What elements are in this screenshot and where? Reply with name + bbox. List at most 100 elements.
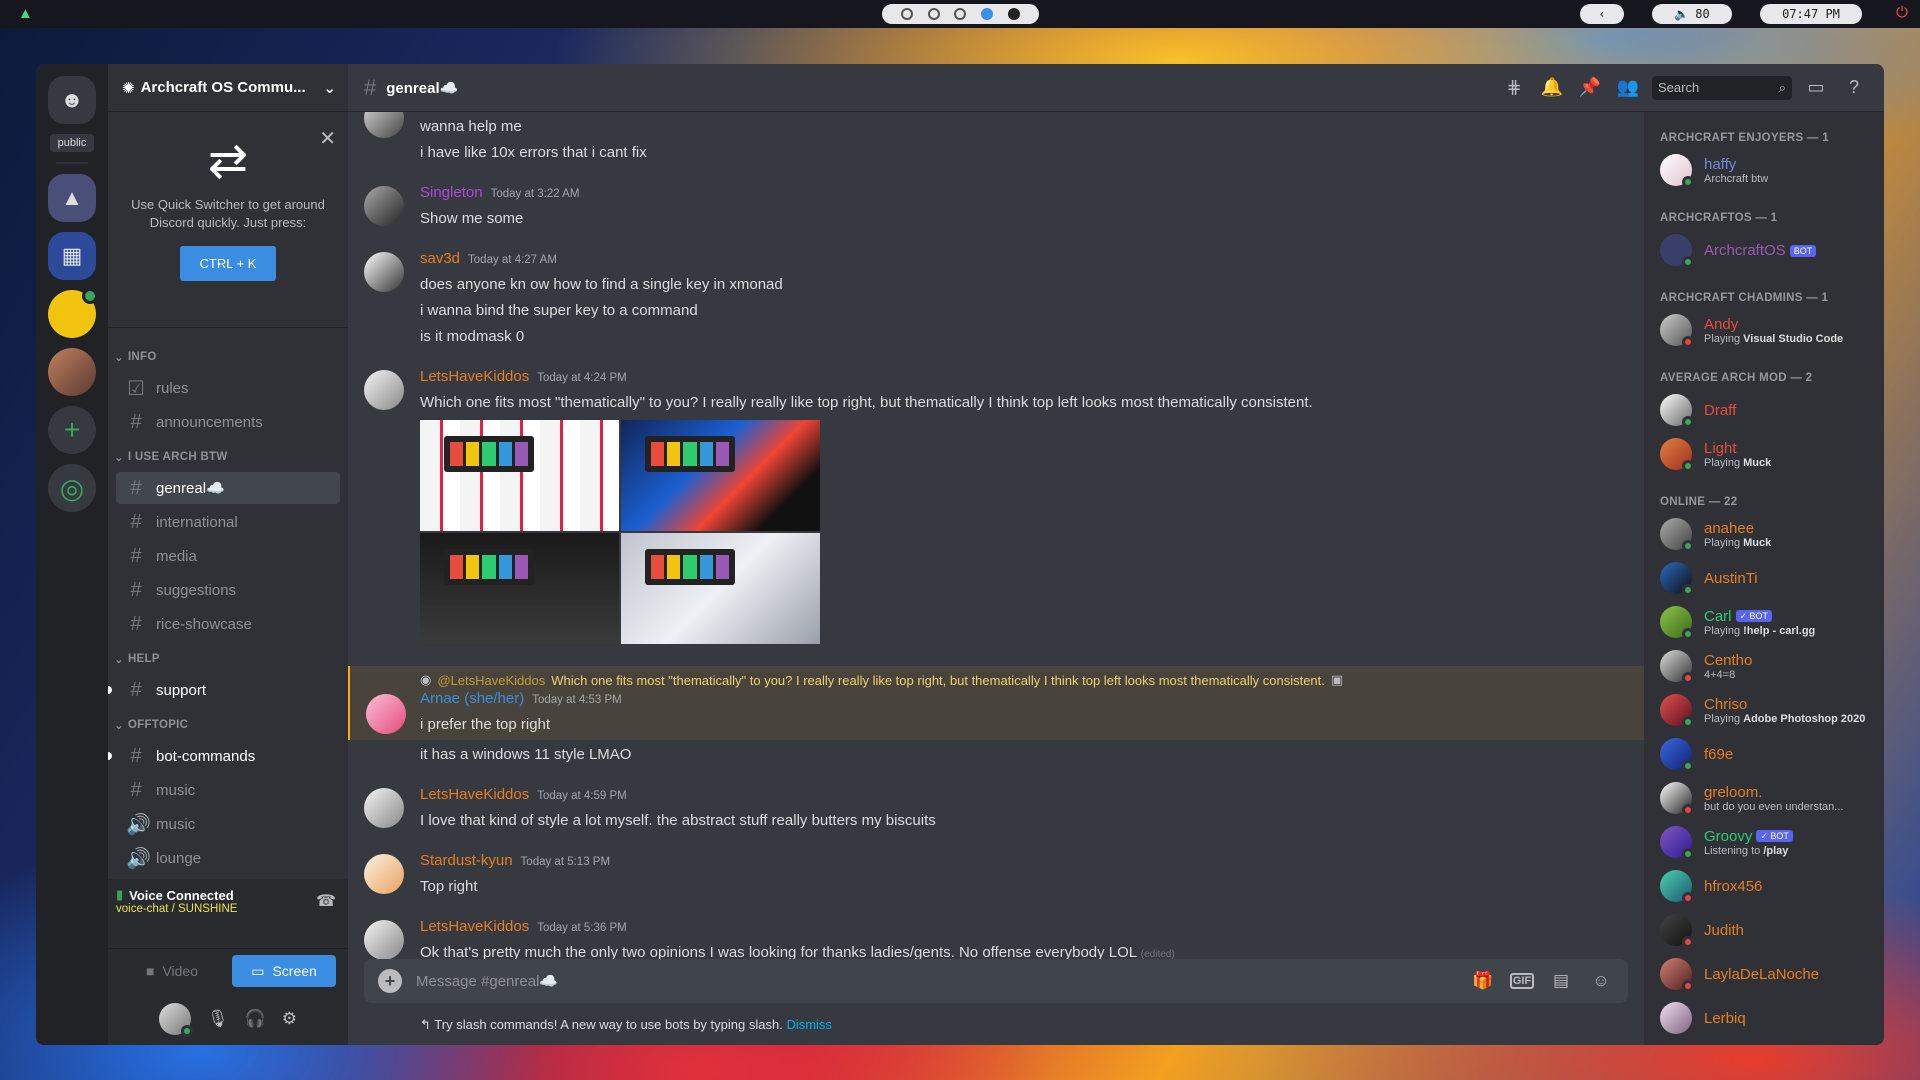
channel-lounge-voice[interactable]: 🔊 lounge <box>116 842 340 874</box>
message-author[interactable]: sav3d <box>420 250 460 267</box>
member-item[interactable]: hfrox456 <box>1660 864 1876 908</box>
inbox-icon[interactable]: ▭ <box>1802 77 1830 98</box>
screenshot-thumbnail[interactable] <box>420 420 619 531</box>
channel-suggestions[interactable]: # suggestions <box>116 574 340 606</box>
member-item[interactable]: anahee Playing Muck <box>1660 512 1876 556</box>
member-item[interactable]: Chriso Playing Adobe Photoshop 2020 <box>1660 688 1876 732</box>
archcraft-logo-icon[interactable]: ▲ <box>18 5 36 23</box>
message-author[interactable]: Singleton <box>420 184 483 201</box>
notification-bell-icon[interactable]: 🔔 <box>1538 77 1566 98</box>
category-i-use-arch-btw[interactable]: ⌄ I USE ARCH BTW <box>108 440 348 470</box>
user-avatar[interactable] <box>366 694 406 734</box>
settings-gear-icon[interactable]: ⚙ <box>282 1009 297 1029</box>
channel-support[interactable]: # support <box>108 674 340 706</box>
workspace-4[interactable] <box>981 8 994 20</box>
message-input[interactable]: Message #genreal☁️ <box>416 972 1456 990</box>
gif-icon[interactable]: GIF <box>1510 973 1534 989</box>
member-item[interactable]: greloom. but do you even understan... <box>1660 776 1876 820</box>
user-avatar[interactable] <box>364 788 404 828</box>
emoji-icon[interactable]: ☺ <box>1588 971 1614 991</box>
server-folder-icon[interactable]: ▦ <box>48 232 96 280</box>
workspace-3[interactable] <box>954 8 967 20</box>
channel-music-text[interactable]: # music <box>116 774 340 806</box>
member-list-icon[interactable]: 👥 <box>1614 77 1642 98</box>
channel-rules[interactable]: ☑ rules <box>116 372 340 404</box>
member-item[interactable]: AustinTi <box>1660 556 1876 600</box>
message-author[interactable]: LetsHaveKiddos <box>420 368 529 385</box>
user-avatar[interactable] <box>364 854 404 894</box>
message-author[interactable]: LetsHaveKiddos <box>420 786 529 803</box>
workspace-5[interactable] <box>1007 8 1020 20</box>
user-avatar[interactable] <box>364 186 404 226</box>
channel-media[interactable]: # media <box>116 540 340 572</box>
user-avatar[interactable] <box>364 112 404 138</box>
clock[interactable]: 07:47 PM <box>1760 4 1862 24</box>
message-author[interactable]: LetsHaveKiddos <box>420 918 529 935</box>
workspace-switcher[interactable] <box>882 4 1039 24</box>
help-icon[interactable]: ? <box>1840 77 1868 98</box>
channel-bot-commands[interactable]: # bot-commands <box>108 740 340 772</box>
status-online-icon <box>1682 176 1694 188</box>
screen-share-button[interactable]: ▭ Screen <box>232 955 336 987</box>
user-avatar[interactable] <box>158 1003 193 1037</box>
message-composer[interactable]: + Message #genreal☁️ 🎁 GIF ▤ ☺ <box>364 959 1628 1003</box>
disconnect-icon[interactable]: ☎ <box>316 891 336 911</box>
user-avatar[interactable] <box>364 370 404 410</box>
tray-back-button[interactable]: ‹ <box>1580 4 1624 24</box>
member-item[interactable]: haffy Archcraft btw <box>1660 148 1876 192</box>
server-header[interactable]: ✺ Archcraft OS Commu... ⌄ <box>108 64 348 112</box>
explore-servers-icon[interactable]: ◎ <box>48 464 96 512</box>
workspace-2[interactable] <box>927 8 940 20</box>
sunshine-server-icon[interactable] <box>48 288 98 338</box>
category-info[interactable]: ⌄ INFO <box>108 340 348 370</box>
channel-music-voice[interactable]: 🔊 music <box>116 808 340 840</box>
quick-switcher-button[interactable]: CTRL + K <box>179 246 277 281</box>
member-item[interactable]: f69e <box>1660 732 1876 776</box>
user-avatar[interactable] <box>364 252 404 292</box>
reply-preview[interactable]: ◉ @LetsHaveKiddos Which one fits most "t… <box>420 670 1628 690</box>
discord-home-icon[interactable]: ☻ <box>48 76 96 124</box>
screenshot-thumbnail[interactable] <box>420 533 619 644</box>
close-icon[interactable]: ✕ <box>319 126 336 151</box>
member-item[interactable]: Andy Playing Visual Studio Code <box>1660 308 1876 352</box>
member-item[interactable]: Draff <box>1660 388 1876 432</box>
member-item[interactable]: LaylaDeLaNoche <box>1660 952 1876 996</box>
member-item[interactable]: Groovy ✓ BOT Listening to /play <box>1660 820 1876 864</box>
member-item[interactable]: Light Playing Muck <box>1660 432 1876 476</box>
channel-genreal[interactable]: # genreal☁️ <box>116 472 340 504</box>
screenshot-thumbnail[interactable] <box>621 420 820 531</box>
sticker-icon[interactable]: ▤ <box>1548 971 1574 991</box>
search-input[interactable]: Search ⌕ <box>1652 75 1792 100</box>
power-icon[interactable]: ⏻ <box>1896 4 1908 21</box>
workspace-1[interactable] <box>901 8 914 20</box>
member-item[interactable]: Judith <box>1660 908 1876 952</box>
category-help[interactable]: ⌄ HELP <box>108 642 348 672</box>
member-item[interactable]: ArchcraftOS BOT <box>1660 228 1876 272</box>
server-avatar-icon[interactable] <box>48 348 96 396</box>
volume-indicator[interactable]: 🔈 80 <box>1652 4 1732 24</box>
headphones-icon[interactable]: 🎧 <box>245 1009 266 1029</box>
channel-announcements[interactable]: # announcements <box>116 406 340 438</box>
member-item[interactable]: Centho 4+4=8 <box>1660 644 1876 688</box>
pin-icon[interactable]: 📌 <box>1576 77 1604 98</box>
image-attachment[interactable] <box>420 420 820 644</box>
threads-icon[interactable]: ⋕ <box>1500 77 1528 98</box>
voice-channel-link[interactable]: voice-chat / SUNSHINE <box>116 903 340 915</box>
dismiss-link[interactable]: Dismiss <box>786 1017 832 1032</box>
member-item[interactable]: Lerbiq <box>1660 996 1876 1040</box>
reply-mention[interactable]: @LetsHaveKiddos <box>437 673 545 688</box>
upload-plus-icon[interactable]: + <box>378 969 402 993</box>
message-author[interactable]: Arnae (she/her) <box>420 690 524 707</box>
member-item[interactable]: Carl ✓ BOT Playing !help - carl.gg <box>1660 600 1876 644</box>
channel-international[interactable]: # international <box>116 506 340 538</box>
message-author[interactable]: Stardust-kyun <box>420 852 513 869</box>
video-button[interactable]: ■ Video <box>120 955 224 987</box>
category-offtopic[interactable]: ⌄ OFFTOPIC <box>108 708 348 738</box>
user-avatar[interactable] <box>364 920 404 960</box>
screenshot-thumbnail[interactable] <box>621 533 820 644</box>
microphone-icon[interactable]: 🎙 <box>207 1009 229 1029</box>
add-server-icon[interactable]: + <box>48 406 96 454</box>
archcraft-server-icon[interactable]: ▲ <box>48 174 96 222</box>
gift-icon[interactable]: 🎁 <box>1470 971 1496 991</box>
channel-rice-showcase[interactable]: # rice-showcase <box>116 608 340 640</box>
